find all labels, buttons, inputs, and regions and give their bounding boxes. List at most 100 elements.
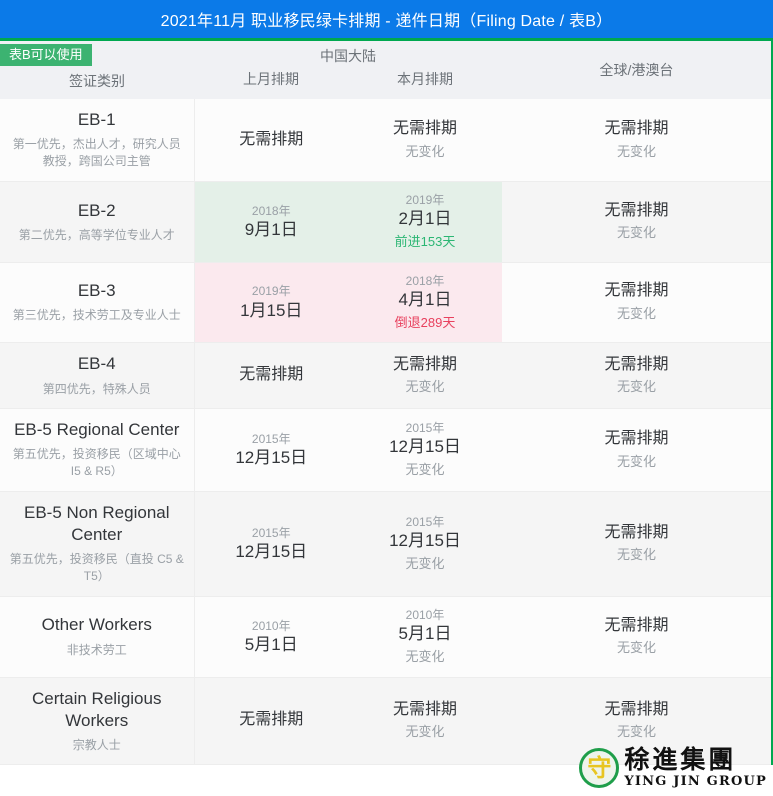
- cell-last-month: 2015年 12月15日: [194, 491, 348, 597]
- this-month-year: 2010年: [405, 607, 445, 622]
- table-header: 签证类别 中国大陆 全球/港澳台 上月排期 本月排期: [0, 41, 771, 99]
- column-header-group-china: 中国大陆: [194, 41, 502, 67]
- table-row: EB-5 Non Regional Center 第五优先，投资移民（直投 C5 …: [0, 491, 771, 597]
- last-month-value: 无需排期: [239, 711, 304, 729]
- this-month-note: 无变化: [405, 556, 445, 572]
- cell-this-month: 2010年 5月1日 无变化: [348, 596, 502, 678]
- visa-bulletin-table: 签证类别 中国大陆 全球/港澳台 上月排期 本月排期 EB-1 第一优先，杰出人才…: [0, 41, 771, 766]
- this-month-note: 无变化: [405, 724, 445, 740]
- category-title: EB-4: [77, 354, 116, 374]
- cell-category: Certain Religious Workers 宗教人士: [0, 677, 195, 766]
- last-month-value: 无需排期: [239, 130, 304, 148]
- last-month-value: 12月15日: [235, 447, 308, 467]
- column-header-global: 全球/港澳台: [502, 41, 771, 99]
- table-row: EB-1 第一优先，杰出人才，研究人员 教授，跨国公司主管 无需排期 无需排期 无变化 无需…: [0, 99, 771, 182]
- table-row: EB-5 Regional Center 第五优先，投资移民（区域中心 I5 & …: [0, 408, 771, 492]
- global-value: 无需排期: [604, 700, 669, 718]
- this-month-value: 无需排期: [392, 355, 457, 373]
- global-note: 无变化: [616, 143, 656, 159]
- last-month-value: 无需排期: [239, 366, 304, 384]
- cell-global: 无需排期 无变化: [502, 262, 771, 344]
- this-month-value: 5月1日: [398, 623, 452, 643]
- cell-category: EB-3 第三优先，技术劳工及专业人士: [0, 262, 195, 344]
- this-month-value: 4月1日: [398, 289, 452, 309]
- table-row: EB-3 第三优先，技术劳工及专业人士 2019年 1月15日 2018年 4月1日 倒退2…: [0, 262, 771, 344]
- global-value: 无需排期: [604, 355, 669, 373]
- cell-category: Other Workers 非技术劳工: [0, 596, 195, 678]
- table-row: Other Workers 非技术劳工 2010年 5月1日 2010年 5月1日 无变化无…: [0, 596, 771, 678]
- category-subtitle: 第三优先，技术劳工及专业人士: [12, 308, 181, 323]
- global-note: 无变化: [616, 547, 656, 563]
- category-title: EB-5 Regional Center: [14, 419, 180, 439]
- cell-category: EB-1 第一优先，杰出人才，研究人员 教授，跨国公司主管: [0, 99, 195, 182]
- cell-this-month: 无需排期 无变化: [348, 342, 502, 409]
- cell-global: 无需排期 无变化: [502, 342, 771, 409]
- category-title: EB-2: [77, 200, 116, 220]
- cell-last-month: 2019年 1月15日: [194, 262, 348, 344]
- this-month-note: 无变化: [405, 143, 445, 159]
- category-subtitle: 宗教人士: [72, 737, 121, 752]
- cell-last-month: 2015年 12月15日: [194, 408, 348, 492]
- this-month-value: 2月1日: [398, 209, 452, 229]
- table-body: EB-1 第一优先，杰出人才，研究人员 教授，跨国公司主管 无需排期 无需排期 无变化 无需…: [0, 99, 771, 766]
- column-header-last-month: 上月排期: [194, 67, 348, 99]
- table-row: EB-2 第二优先，高等学位专业人才 2018年 9月1日 2019年 2月1日 前进153…: [0, 181, 771, 263]
- category-title: EB-1: [77, 110, 116, 129]
- this-month-note: 倒退289天: [394, 314, 456, 330]
- global-note: 无变化: [616, 306, 656, 322]
- this-month-note: 无变化: [405, 462, 445, 478]
- cell-category: EB-5 Non Regional Center 第五优先，投资移民（直投 C5 …: [0, 491, 195, 597]
- last-month-value: 5月1日: [244, 634, 298, 654]
- visa-bulletin-page: 2021年11月 职业移民绿卡排期 - 递件日期（Filing Date / 表…: [0, 0, 773, 796]
- category-subtitle: 非技术劳工: [66, 642, 127, 657]
- cell-last-month: 2010年 5月1日: [194, 596, 348, 678]
- this-month-year: 2018年: [405, 273, 445, 288]
- this-month-note: 无变化: [405, 379, 445, 395]
- last-month-value: 9月1日: [244, 219, 298, 239]
- this-month-value: 无需排期: [392, 119, 457, 137]
- last-month-year: 2015年: [251, 431, 291, 446]
- cell-global: 无需排期 无变化: [502, 181, 771, 263]
- cell-category: EB-2 第二优先，高等学位专业人才: [0, 181, 195, 263]
- last-month-year: 2010年: [251, 618, 291, 633]
- category-title: Certain Religious Workers: [32, 688, 162, 730]
- this-month-value: 无需排期: [392, 700, 457, 718]
- cell-global: 无需排期 无变化: [502, 408, 771, 492]
- cell-global: 无需排期 无变化: [502, 491, 771, 597]
- cell-global: 无需排期 无变化: [502, 99, 771, 182]
- cell-global: 无需排期 无变化: [502, 677, 771, 766]
- category-subtitle: 第五优先，投资移民（区域中心 I5 & R5）: [12, 447, 181, 479]
- this-month-year: 2015年: [405, 514, 445, 529]
- global-note: 无变化: [616, 379, 656, 395]
- cell-this-month: 无需排期 无变化: [348, 99, 502, 182]
- global-value: 无需排期: [604, 523, 669, 541]
- global-value: 无需排期: [604, 616, 669, 634]
- global-note: 无变化: [616, 724, 656, 740]
- cell-this-month: 2015年 12月15日 无变化: [348, 408, 502, 492]
- visa-bulletin-table-container: 表B可以使用 签证类别 中国大陆 全球/港澳台 上月排期 本月排期 EB-1 第一…: [0, 38, 773, 766]
- cell-last-month: 无需排期: [194, 677, 348, 766]
- this-month-value: 12月15日: [389, 437, 461, 457]
- global-value: 无需排期: [604, 429, 669, 447]
- this-month-year: 2019年: [405, 192, 445, 207]
- cell-this-month: 2018年 4月1日倒退289天: [348, 262, 502, 344]
- global-value: 无需排期: [604, 282, 669, 300]
- this-month-value: 12月15日: [389, 531, 461, 551]
- cell-last-month: 2018年 9月1日: [194, 181, 348, 263]
- cell-last-month: 无需排期: [194, 99, 348, 182]
- cell-category: EB-4 第四优先，特殊人员: [0, 342, 195, 409]
- category-title: EB-3: [77, 281, 116, 301]
- cell-this-month: 2019年 2月1日 前进153天: [348, 181, 502, 263]
- page-title-bar: 2021年11月 职业移民绿卡排期 - 递件日期（Filing Date / 表…: [0, 0, 773, 38]
- category-subtitle: 第二优先，高等学位专业人才: [18, 227, 175, 242]
- page-title: 2021年11月 职业移民绿卡排期 - 递件日期（Filing Date / 表…: [160, 13, 613, 30]
- category-subtitle: 第四优先，特殊人员: [42, 381, 151, 396]
- table-row: Certain Religious Workers 宗教人士 无需排期 无需排期 无变化…: [0, 677, 771, 766]
- cell-global: 无需排期 无变化: [502, 596, 771, 678]
- last-month-year: 2019年: [251, 284, 291, 299]
- category-title: EB-5 Non Regional Center: [23, 502, 170, 544]
- last-month-year: 2015年: [251, 525, 291, 540]
- global-note: 无变化: [616, 453, 656, 469]
- global-note: 无变化: [616, 640, 656, 656]
- table-header-top-row: 签证类别 中国大陆 全球/港澳台: [0, 41, 771, 99]
